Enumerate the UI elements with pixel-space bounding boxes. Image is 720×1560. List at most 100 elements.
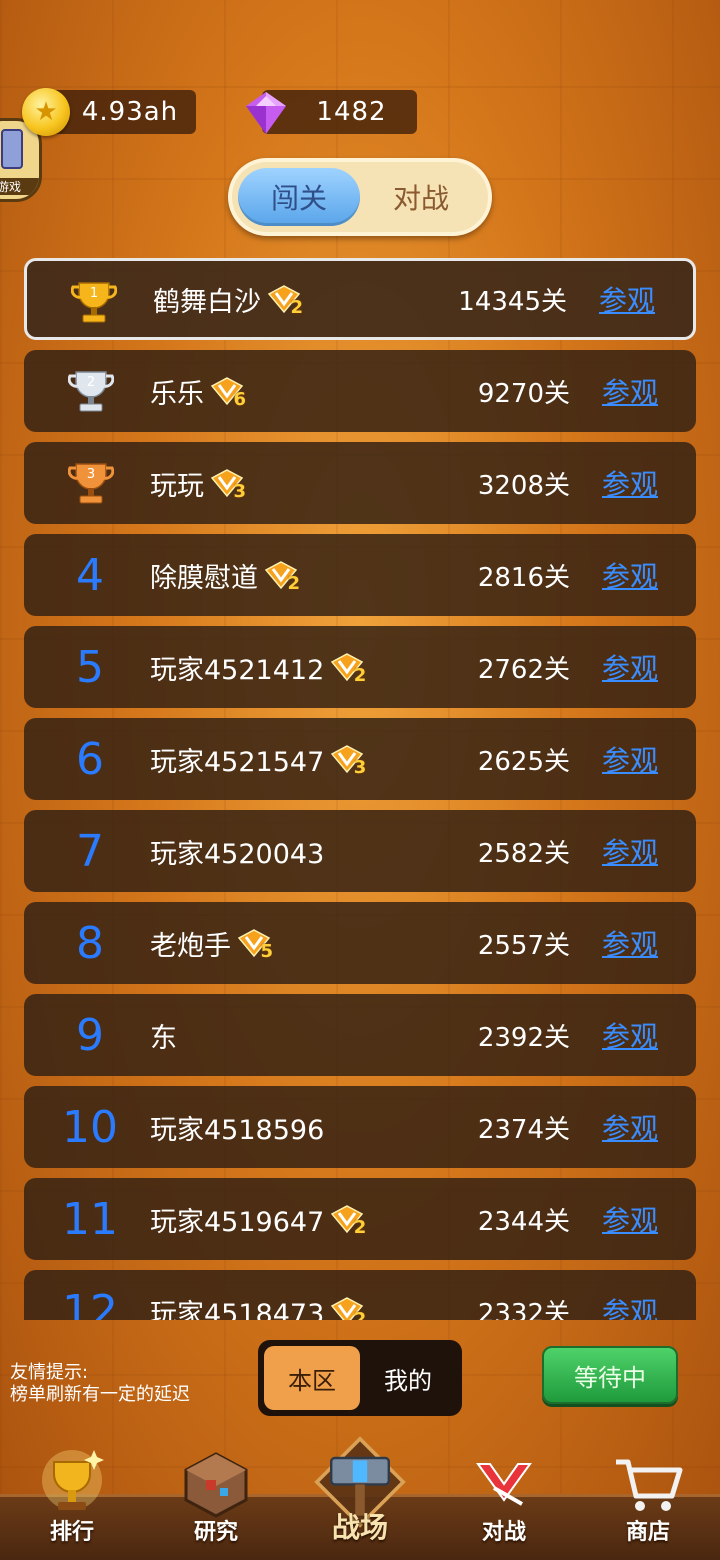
mode-toggle: 闯关 对战 <box>228 158 492 236</box>
bronze-trophy-icon: 3 <box>68 463 114 504</box>
rank-number: 12 <box>62 1285 118 1321</box>
vip-badge-icon: 3 <box>330 744 366 778</box>
player-name-text: 玩家4521547 <box>150 746 325 778</box>
vip-level: 6 <box>233 389 246 410</box>
stage-score: 2374关 <box>477 1114 570 1145</box>
silver-trophy-icon: 2 <box>68 371 114 412</box>
nav-item-versus[interactable]: 对战 <box>444 1430 564 1560</box>
ranking-row: 5 玩家4521412 2 2762关 参观 <box>24 626 696 708</box>
player-name: 除膜慰道 2 <box>150 534 300 616</box>
player-name-text: 玩家4518596 <box>150 1114 325 1146</box>
player-name-text: 除膜慰道 <box>150 562 258 594</box>
vip-level: 2 <box>353 1217 367 1238</box>
rank-number: 8 <box>76 917 104 969</box>
player-name-text: 乐乐 <box>150 378 204 410</box>
player-name: 玩玩 3 <box>150 442 246 524</box>
tip-title: 友情提示: <box>10 1362 89 1383</box>
visit-link[interactable]: 参观 <box>602 626 658 708</box>
waiting-button[interactable]: 等待中 <box>542 1346 678 1404</box>
purple-diamond-icon <box>246 92 286 134</box>
nav-label-research: 研究 <box>193 1520 238 1545</box>
coin-balance: ★ 4.93ah <box>22 88 196 136</box>
visit-link[interactable]: 参观 <box>599 261 655 337</box>
vip-badge-icon: 3 <box>210 468 246 502</box>
stage-score: 2344关 <box>477 1206 570 1237</box>
player-name-text: 鹤舞白沙 <box>153 286 261 318</box>
nav-item-shop[interactable]: 商店 <box>588 1430 708 1560</box>
visit-link[interactable]: 参观 <box>602 902 658 984</box>
rank-number: 5 <box>76 641 104 693</box>
player-name-text: 玩家4520043 <box>150 838 325 870</box>
visit-link[interactable]: 参观 <box>602 810 658 892</box>
gold-trophy-icon: 1 <box>71 282 117 323</box>
vip-level: 2 <box>287 573 300 594</box>
ranking-row: 9 东 2392关 参观 <box>24 994 696 1076</box>
ranking-row: 3 玩玩 3 3208关 参观 <box>24 442 696 524</box>
rank-number: 7 <box>76 825 104 877</box>
rank-number: 6 <box>76 733 104 785</box>
stage-score: 14345关 <box>458 286 567 317</box>
gem-balance: 1482 <box>246 90 417 134</box>
nav-item-battlefield[interactable]: 战场 <box>300 1430 420 1560</box>
vip-badge-icon: 2 <box>330 652 366 686</box>
ranking-row: 11 玩家4519647 2 2344关 参观 <box>24 1178 696 1260</box>
nav-label-battlefield: 战场 <box>331 1511 388 1544</box>
nav-label-ranking: 排行 <box>49 1520 94 1545</box>
scope-toggle: 本区 我的 <box>258 1340 462 1416</box>
scope-this-server[interactable]: 本区 <box>264 1346 360 1410</box>
friendly-tip: 友情提示: 榜单刷新有一定的延迟 <box>10 1362 190 1406</box>
tip-text: 榜单刷新有一定的延迟 <box>10 1384 190 1405</box>
bottom-nav: 排行 研究 战场 对战 商店 <box>0 1430 720 1560</box>
nav-label-versus: 对战 <box>481 1520 526 1545</box>
mini-game-label: 游戏 <box>0 178 39 195</box>
visit-link[interactable]: 参观 <box>602 1086 658 1168</box>
visit-link[interactable]: 参观 <box>602 534 658 616</box>
visit-link[interactable]: 参观 <box>602 442 658 524</box>
stage-score: 3208关 <box>477 470 570 501</box>
rank-number: 9 <box>76 1009 104 1061</box>
vip-badge-icon: 2 <box>330 1296 366 1320</box>
visit-link[interactable]: 参观 <box>602 1178 658 1260</box>
cart-icon <box>616 1459 683 1511</box>
player-name-text: 玩家4518473 <box>150 1298 325 1321</box>
ranking-row: 12 玩家4518473 2 2332关 参观 <box>24 1270 696 1320</box>
medal-rank-number: 3 <box>87 467 95 482</box>
ranking-row: 7 玩家4520043 2582关 参观 <box>24 810 696 892</box>
visit-link[interactable]: 参观 <box>602 350 658 432</box>
vip-level: 3 <box>233 481 246 502</box>
medal-rank-number: 2 <box>87 375 95 390</box>
rank-number: 11 <box>62 1193 118 1245</box>
vip-level: 2 <box>290 297 303 318</box>
vip-badge-icon: 2 <box>330 1204 366 1238</box>
tab-battle[interactable]: 对战 <box>360 168 482 226</box>
vip-badge-icon: 2 <box>267 284 303 318</box>
stage-score: 2582关 <box>477 838 570 869</box>
vip-badge-icon: 6 <box>210 376 246 410</box>
player-name: 东 <box>150 994 177 1076</box>
stage-score: 9270关 <box>477 378 570 409</box>
ranking-list[interactable]: 1 鹤舞白沙 2 14345关 参观 2 乐乐 6 9270关 参观 3 玩玩 3 3208关 参观 4 除膜慰… <box>0 258 720 1320</box>
trophy-icon <box>42 1450 104 1510</box>
stage-score: 2332关 <box>477 1298 570 1321</box>
visit-link[interactable]: 参观 <box>602 1270 658 1320</box>
player-name-text: 玩家4519647 <box>150 1206 325 1238</box>
vip-level: 3 <box>353 757 367 778</box>
rank-number: 10 <box>62 1101 118 1153</box>
player-name: 乐乐 6 <box>150 350 246 432</box>
player-name-text: 玩家4521412 <box>150 654 325 686</box>
rank-number: 4 <box>76 549 104 601</box>
vip-badge-icon: 2 <box>264 560 300 594</box>
nav-label-shop: 商店 <box>625 1520 670 1545</box>
tab-stage[interactable]: 闯关 <box>238 168 360 226</box>
visit-link[interactable]: 参观 <box>602 994 658 1076</box>
player-name: 玩家4518473 2 <box>150 1270 366 1321</box>
versus-icon <box>476 1463 532 1506</box>
visit-link[interactable]: 参观 <box>602 718 658 800</box>
player-name: 玩家4518596 <box>150 1086 324 1168</box>
vip-level: 5 <box>260 941 273 962</box>
scope-mine[interactable]: 我的 <box>360 1346 456 1410</box>
ranking-row: 4 除膜慰道 2 2816关 参观 <box>24 534 696 616</box>
nav-item-ranking[interactable]: 排行 <box>12 1430 132 1560</box>
nav-item-research[interactable]: 研究 <box>156 1430 276 1560</box>
ranking-row: 1 鹤舞白沙 2 14345关 参观 <box>24 258 696 340</box>
